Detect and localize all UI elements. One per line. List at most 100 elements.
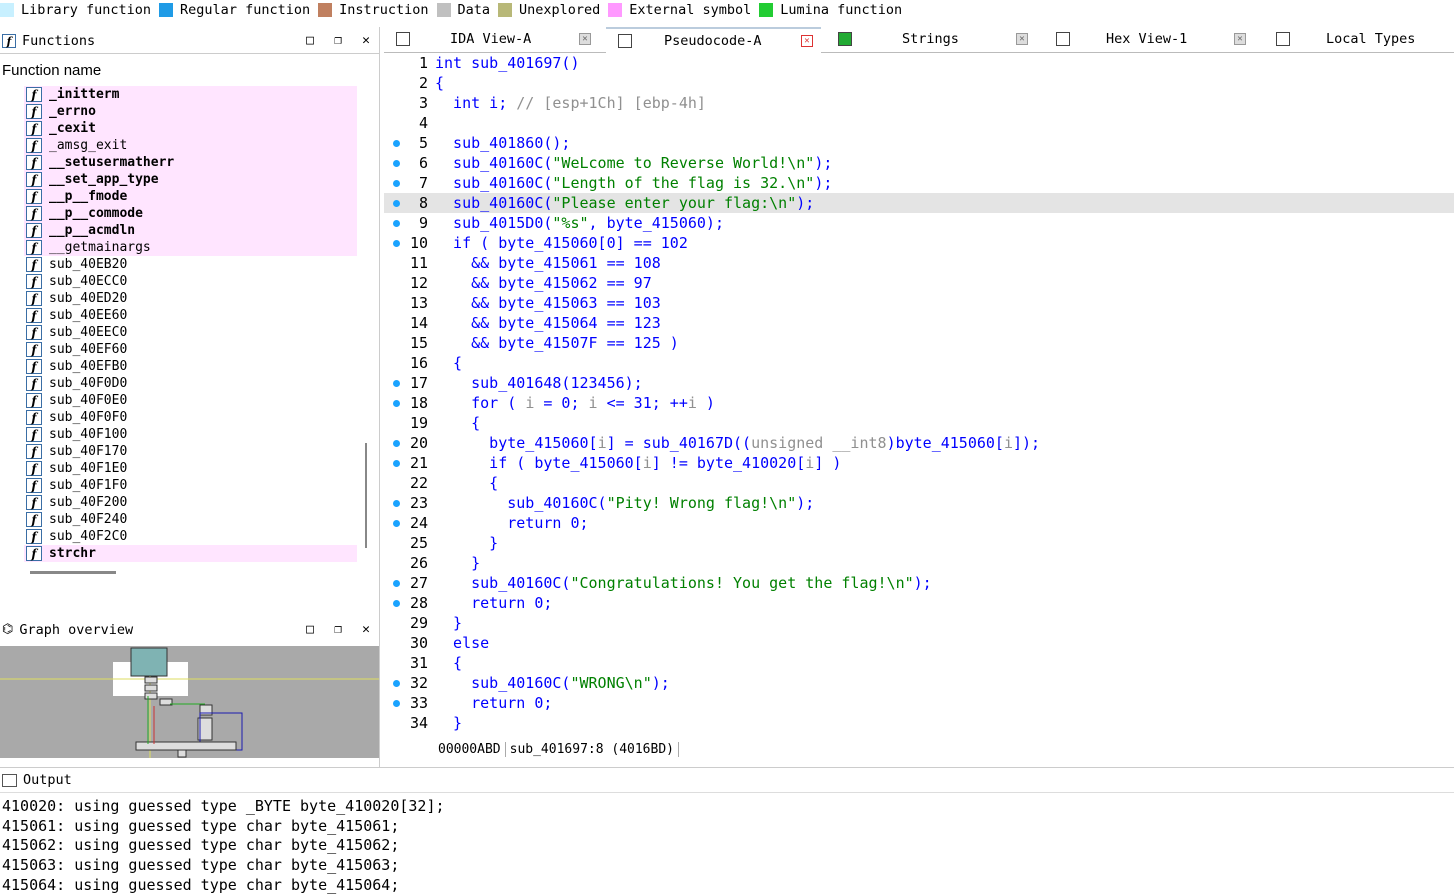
code-line[interactable]: 13 && byte_415063 == 103 (384, 293, 1454, 313)
code-line[interactable]: 17 sub_401648(123456); (384, 373, 1454, 393)
breakpoint-dot-icon[interactable] (393, 699, 400, 707)
code-line[interactable]: 16 { (384, 353, 1454, 373)
close-tab-icon[interactable]: ✕ (1016, 33, 1028, 45)
functions-panel-header[interactable]: f Functions □ ❐ ✕ (0, 28, 379, 54)
function-list-item[interactable]: f sub_40ED20 (24, 290, 357, 307)
code-line[interactable]: 33 return 0; (384, 693, 1454, 713)
code-line[interactable]: 30 else (384, 633, 1454, 653)
code-line[interactable]: 14 && byte_415064 == 123 (384, 313, 1454, 333)
function-list-item[interactable]: f __setusermatherr (24, 154, 357, 171)
code-line[interactable]: 28 return 0; (384, 593, 1454, 613)
graph-overview-canvas[interactable] (0, 646, 379, 758)
breakpoint-dot-icon[interactable] (393, 499, 400, 507)
function-list-item[interactable]: f sub_40EEC0 (24, 324, 357, 341)
function-list-item[interactable]: f sub_40F170 (24, 443, 357, 460)
code-line[interactable]: 22 { (384, 473, 1454, 493)
tab-hex-view-1[interactable]: Hex View-1 ✕ (1044, 27, 1254, 51)
function-list-item[interactable]: f sub_40F2C0 (24, 528, 357, 545)
close-icon[interactable]: ✕ (359, 622, 373, 637)
function-list-item[interactable]: f sub_40F0F0 (24, 409, 357, 426)
maximize-icon[interactable]: □ (303, 33, 317, 48)
code-line[interactable]: 6 sub_40160C("WeLcome to Reverse World!\… (384, 153, 1454, 173)
code-line[interactable]: 10 if ( byte_415060[0] == 102 (384, 233, 1454, 253)
function-list-item[interactable]: f strchr (24, 545, 357, 562)
code-line[interactable]: 19 { (384, 413, 1454, 433)
panel-divider[interactable] (379, 27, 380, 767)
restore-icon[interactable]: ❐ (331, 33, 345, 48)
function-list-item[interactable]: f __p__fmode (24, 188, 357, 205)
breakpoint-dot-icon[interactable] (393, 519, 400, 527)
function-list-item[interactable]: f __set_app_type (24, 171, 357, 188)
tab-strings[interactable]: Strings ✕ (826, 27, 1036, 51)
code-line[interactable]: 18 for ( i = 0; i <= 31; ++i ) (384, 393, 1454, 413)
tab-ida-view-a[interactable]: IDA View-A ✕ (384, 27, 599, 51)
function-list-item[interactable]: f sub_40EFB0 (24, 358, 357, 375)
function-list-item[interactable]: f sub_40F1E0 (24, 460, 357, 477)
code-line[interactable]: 11 && byte_415061 == 108 (384, 253, 1454, 273)
close-tab-icon[interactable]: ✕ (1234, 33, 1246, 45)
maximize-icon[interactable]: □ (303, 622, 317, 637)
breakpoint-dot-icon[interactable] (393, 599, 400, 607)
breakpoint-dot-icon[interactable] (393, 219, 400, 227)
function-list-item[interactable]: f sub_40F1F0 (24, 477, 357, 494)
function-list-item[interactable]: f sub_40F200 (24, 494, 357, 511)
code-line[interactable]: 29 } (384, 613, 1454, 633)
code-line[interactable]: 9 sub_4015D0("%s", byte_415060); (384, 213, 1454, 233)
code-line[interactable]: 8 sub_40160C("Please enter your flag:\n"… (384, 193, 1454, 213)
code-line[interactable]: 15 && byte_41507F == 125 ) (384, 333, 1454, 353)
functions-vertical-scrollbar[interactable] (365, 443, 367, 548)
graph-overview-header[interactable]: ⌬ Graph overview □ ❐ ✕ (0, 617, 379, 642)
function-list-item[interactable]: f _cexit (24, 120, 357, 137)
function-list-item[interactable]: f sub_40F0D0 (24, 375, 357, 392)
breakpoint-dot-icon[interactable] (393, 239, 400, 247)
code-line[interactable]: 1 int sub_401697() (384, 53, 1454, 73)
code-line[interactable]: 21 if ( byte_415060[i] != byte_410020[i]… (384, 453, 1454, 473)
breakpoint-dot-icon[interactable] (393, 679, 400, 687)
function-list-item[interactable]: f sub_40F100 (24, 426, 357, 443)
tab-local-types[interactable]: Local Types (1264, 27, 1454, 51)
code-line[interactable]: 31 { (384, 653, 1454, 673)
function-name-column-header[interactable]: Function name (2, 62, 101, 79)
breakpoint-dot-icon[interactable] (393, 159, 400, 167)
function-list-item[interactable]: f sub_40EF60 (24, 341, 357, 358)
code-line[interactable]: 23 sub_40160C("Pity! Wrong flag!\n"); (384, 493, 1454, 513)
code-line[interactable]: 5 sub_401860(); (384, 133, 1454, 153)
code-line[interactable]: 3 int i; // [esp+1Ch] [ebp-4h] (384, 93, 1454, 113)
output-panel-header[interactable]: Output (0, 767, 1454, 793)
breakpoint-dot-icon[interactable] (393, 379, 400, 387)
tab-pseudocode-a[interactable]: Pseudocode-A ✕ (606, 27, 821, 53)
function-list-item[interactable]: f sub_40ECC0 (24, 273, 357, 290)
code-line[interactable]: 12 && byte_415062 == 97 (384, 273, 1454, 293)
function-list-item[interactable]: f sub_40EE60 (24, 307, 357, 324)
code-line[interactable]: 24 return 0; (384, 513, 1454, 533)
code-line[interactable]: 26 } (384, 553, 1454, 573)
output-log[interactable]: 410020: using guessed type _BYTE byte_41… (2, 797, 445, 895)
breakpoint-dot-icon[interactable] (393, 179, 400, 187)
code-line[interactable]: 27 sub_40160C("Congratulations! You get … (384, 573, 1454, 593)
function-list-item[interactable]: f __p__acmdln (24, 222, 357, 239)
breakpoint-dot-icon[interactable] (393, 579, 400, 587)
breakpoint-dot-icon[interactable] (393, 399, 400, 407)
breakpoint-dot-icon[interactable] (393, 199, 400, 207)
function-list-item[interactable]: f _initterm (24, 86, 357, 103)
code-line[interactable]: 7 sub_40160C("Length of the flag is 32.\… (384, 173, 1454, 193)
close-tab-icon[interactable]: ✕ (579, 33, 591, 45)
restore-icon[interactable]: ❐ (331, 622, 345, 637)
function-list-item[interactable]: f sub_40EB20 (24, 256, 357, 273)
code-line[interactable]: 4 (384, 113, 1454, 133)
function-list-item[interactable]: f _errno (24, 103, 357, 120)
function-list-item[interactable]: f __getmainargs (24, 239, 357, 256)
code-line[interactable]: 20 byte_415060[i] = sub_40167D((unsigned… (384, 433, 1454, 453)
code-line[interactable]: 2{ (384, 73, 1454, 93)
pseudocode-view[interactable]: 1 int sub_401697() 2{3 int i; // [esp+1Ch]… (384, 53, 1454, 738)
function-list-item[interactable]: f sub_40F240 (24, 511, 357, 528)
code-line[interactable]: 25 } (384, 533, 1454, 553)
function-list-item[interactable]: f sub_40F0E0 (24, 392, 357, 409)
code-line[interactable]: 32 sub_40160C("WRONG\n"); (384, 673, 1454, 693)
functions-horizontal-scrollbar[interactable] (30, 571, 116, 574)
breakpoint-dot-icon[interactable] (393, 139, 400, 147)
close-tab-icon[interactable]: ✕ (801, 35, 813, 47)
function-list-item[interactable]: f _amsg_exit (24, 137, 357, 154)
function-list-item[interactable]: f __p__commode (24, 205, 357, 222)
breakpoint-dot-icon[interactable] (393, 439, 400, 447)
